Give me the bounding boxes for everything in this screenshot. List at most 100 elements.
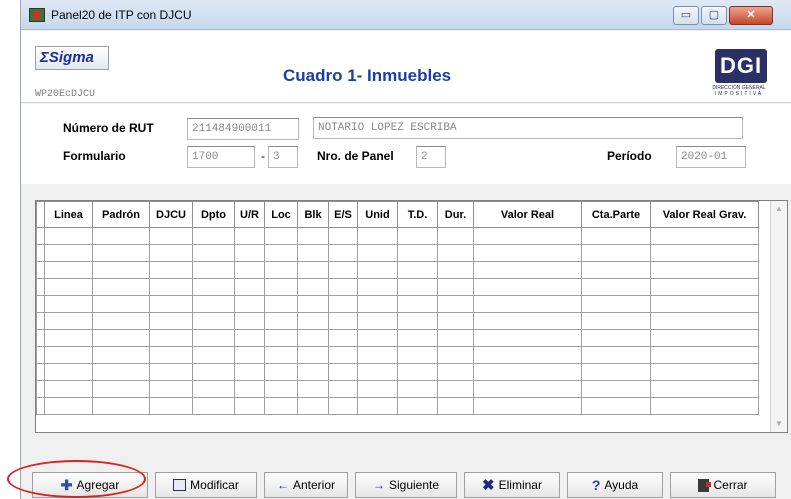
table-cell[interactable]: [192, 380, 235, 398]
table-cell[interactable]: [473, 380, 582, 398]
scroll-up-icon[interactable]: ▲: [771, 201, 787, 217]
table-cell[interactable]: [581, 312, 651, 330]
row-selector-cell[interactable]: [36, 380, 45, 398]
table-cell[interactable]: [328, 363, 358, 381]
table-cell[interactable]: [264, 329, 298, 347]
table-cell[interactable]: [328, 261, 358, 279]
modificar-button[interactable]: Modificar: [155, 472, 257, 498]
col-header-unid[interactable]: Unid: [357, 201, 398, 228]
cerrar-button[interactable]: Cerrar: [670, 472, 776, 498]
table-cell[interactable]: [234, 363, 265, 381]
table-cell[interactable]: [264, 295, 298, 313]
table-cell[interactable]: [473, 329, 582, 347]
table-cell[interactable]: [357, 244, 398, 262]
table-cell[interactable]: [437, 329, 474, 347]
table-cell[interactable]: [44, 295, 93, 313]
table-cell[interactable]: [192, 312, 235, 330]
table-cell[interactable]: [149, 363, 193, 381]
row-selector-cell[interactable]: [36, 363, 45, 381]
table-cell[interactable]: [328, 380, 358, 398]
row-selector-cell[interactable]: [36, 295, 45, 313]
table-cell[interactable]: [149, 278, 193, 296]
table-cell[interactable]: [297, 329, 329, 347]
row-selector-cell[interactable]: [36, 244, 45, 262]
table-cell[interactable]: [328, 227, 358, 245]
table-cell[interactable]: [149, 329, 193, 347]
table-cell[interactable]: [437, 380, 474, 398]
table-cell[interactable]: [44, 363, 93, 381]
rut-field[interactable]: 211484900011: [187, 118, 299, 140]
table-cell[interactable]: [473, 278, 582, 296]
formulario-field[interactable]: 1700: [187, 146, 255, 168]
table-cell[interactable]: [397, 329, 438, 347]
table-cell[interactable]: [149, 312, 193, 330]
col-header-blk[interactable]: Blk: [297, 201, 329, 228]
table-cell[interactable]: [397, 380, 438, 398]
table-cell[interactable]: [650, 295, 759, 313]
table-cell[interactable]: [581, 397, 651, 415]
table-cell[interactable]: [437, 244, 474, 262]
table-cell[interactable]: [264, 312, 298, 330]
table-cell[interactable]: [581, 380, 651, 398]
table-cell[interactable]: [357, 312, 398, 330]
table-row[interactable]: [36, 261, 759, 279]
table-cell[interactable]: [234, 329, 265, 347]
col-header-linea[interactable]: Linea: [44, 201, 93, 228]
table-cell[interactable]: [397, 397, 438, 415]
table-row[interactable]: [36, 278, 759, 296]
table-row[interactable]: [36, 295, 759, 313]
table-row[interactable]: [36, 312, 759, 330]
table-cell[interactable]: [44, 244, 93, 262]
table-cell[interactable]: [357, 278, 398, 296]
table-cell[interactable]: [92, 380, 150, 398]
col-header-dpto[interactable]: Dpto: [192, 201, 235, 228]
table-cell[interactable]: [297, 363, 329, 381]
col-header-padron[interactable]: Padrón: [92, 201, 150, 228]
table-cell[interactable]: [264, 380, 298, 398]
table-cell[interactable]: [328, 329, 358, 347]
table-cell[interactable]: [192, 363, 235, 381]
table-cell[interactable]: [473, 312, 582, 330]
table-cell[interactable]: [357, 346, 398, 364]
table-cell[interactable]: [297, 261, 329, 279]
table-cell[interactable]: [264, 397, 298, 415]
table-cell[interactable]: [437, 312, 474, 330]
col-header-es[interactable]: E/S: [328, 201, 358, 228]
table-cell[interactable]: [581, 261, 651, 279]
table-cell[interactable]: [92, 363, 150, 381]
siguiente-button[interactable]: → Siguiente: [355, 472, 457, 498]
periodo-field[interactable]: 2020-01: [676, 146, 746, 168]
table-cell[interactable]: [44, 380, 93, 398]
table-cell[interactable]: [297, 295, 329, 313]
col-header-valor-real[interactable]: Valor Real: [473, 201, 582, 228]
table-cell[interactable]: [473, 397, 582, 415]
table-cell[interactable]: [149, 295, 193, 313]
table-cell[interactable]: [192, 244, 235, 262]
table-cell[interactable]: [357, 329, 398, 347]
col-header-djcu[interactable]: DJCU: [149, 201, 193, 228]
table-row[interactable]: [36, 397, 759, 415]
table-cell[interactable]: [44, 261, 93, 279]
table-cell[interactable]: [44, 346, 93, 364]
row-selector-cell[interactable]: [36, 312, 45, 330]
table-cell[interactable]: [357, 363, 398, 381]
table-cell[interactable]: [473, 295, 582, 313]
col-header-td[interactable]: T.D.: [397, 201, 438, 228]
eliminar-button[interactable]: ✖ Eliminar: [464, 472, 560, 498]
row-selector-cell[interactable]: [36, 278, 45, 296]
col-header-ur[interactable]: U/R: [234, 201, 265, 228]
table-cell[interactable]: [650, 363, 759, 381]
table-cell[interactable]: [92, 295, 150, 313]
table-cell[interactable]: [650, 312, 759, 330]
table-cell[interactable]: [397, 312, 438, 330]
table-cell[interactable]: [437, 346, 474, 364]
table-row[interactable]: [36, 329, 759, 347]
table-cell[interactable]: [437, 278, 474, 296]
table-cell[interactable]: [234, 380, 265, 398]
table-cell[interactable]: [357, 295, 398, 313]
table-cell[interactable]: [473, 346, 582, 364]
table-row[interactable]: [36, 363, 759, 381]
table-cell[interactable]: [328, 346, 358, 364]
table-cell[interactable]: [44, 312, 93, 330]
table-cell[interactable]: [437, 363, 474, 381]
